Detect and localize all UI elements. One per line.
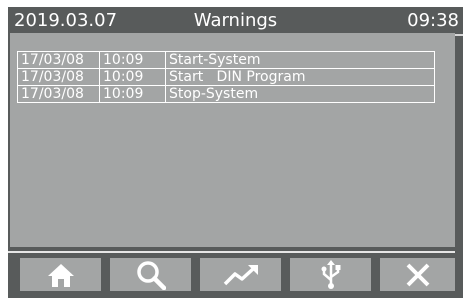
header-time: 09:38	[407, 10, 459, 31]
trend-icon	[223, 264, 258, 285]
title-bar: 2019.03.07 Warnings 09:38	[8, 7, 463, 35]
warning-date: 17/03/08	[17, 85, 100, 103]
table-row[interactable]: 17/03/08 10:09 Start-System	[17, 51, 435, 69]
close-button[interactable]	[380, 258, 455, 291]
warning-time: 10:09	[99, 51, 166, 69]
search-button[interactable]	[110, 258, 191, 291]
home-icon	[47, 263, 74, 287]
usb-icon	[321, 259, 340, 289]
usb-button[interactable]	[290, 258, 371, 291]
warning-time: 10:09	[99, 85, 166, 103]
trend-button[interactable]	[200, 258, 281, 291]
warning-date: 17/03/08	[17, 68, 100, 86]
warning-date: 17/03/08	[17, 51, 100, 69]
home-button[interactable]	[20, 258, 101, 291]
warning-time: 10:09	[99, 68, 166, 86]
bottom-toolbar	[8, 258, 455, 291]
table-row[interactable]: 17/03/08 10:09 Stop-System	[17, 85, 435, 103]
warnings-table: 17/03/08 10:09 Start-System 17/03/08 10:…	[17, 51, 435, 103]
close-icon	[406, 263, 429, 286]
warning-message: Start-System	[165, 51, 435, 69]
toolbar-divider	[8, 251, 455, 253]
search-icon	[136, 260, 166, 290]
warning-message: Start DIN Program	[165, 68, 435, 86]
warning-message: Stop-System	[165, 85, 435, 103]
table-row[interactable]: 17/03/08 10:09 Start DIN Program	[17, 68, 435, 86]
page-title: Warnings	[193, 10, 278, 31]
